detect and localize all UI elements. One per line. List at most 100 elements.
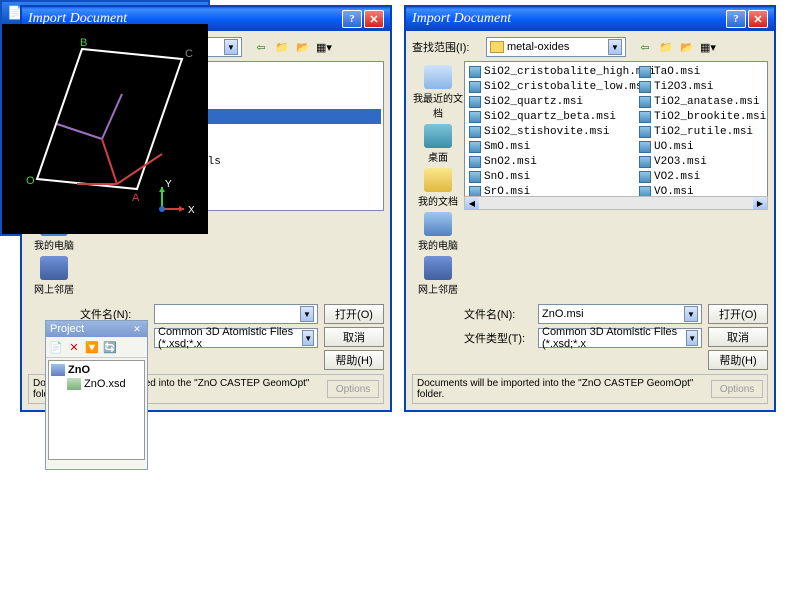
import-dialog-2: Import Document ? ✕ 查找范围(I): metal-oxide… xyxy=(404,5,776,412)
msi-file-icon xyxy=(469,111,481,123)
msi-file-icon xyxy=(639,81,651,93)
open-button[interactable]: 打开(O) xyxy=(708,304,768,324)
msi-file-icon xyxy=(639,66,651,78)
label-b: B xyxy=(80,37,87,49)
status-text: Documents will be imported into the "ZnO… xyxy=(417,378,711,400)
file-item[interactable]: SmO.msi xyxy=(467,139,637,154)
back-icon[interactable]: ⇦ xyxy=(252,38,270,56)
tree-root[interactable]: ZnO xyxy=(51,363,142,377)
chevron-down-icon[interactable]: ▼ xyxy=(224,39,238,55)
file-list[interactable]: SiO2_cristobalite_high.msiSiO2_cristobal… xyxy=(464,61,768,197)
file-item[interactable]: SiO2_quartz.msi xyxy=(467,94,637,109)
file-item[interactable]: TaO.msi xyxy=(637,64,768,79)
msi-file-icon xyxy=(469,66,481,78)
file-item[interactable]: UO.msi xyxy=(637,139,768,154)
viewer-window: 📄 ZnO.xsd * _ □ ✕ X Y B A xyxy=(0,0,210,236)
file-item[interactable]: SiO2_quartz_beta.msi xyxy=(467,109,637,124)
folder-icon xyxy=(490,41,504,53)
chevron-down-icon[interactable]: ▼ xyxy=(684,306,698,322)
close-icon[interactable]: ✕ xyxy=(364,10,384,28)
msi-file-icon xyxy=(469,171,481,183)
project-tree[interactable]: ZnO ZnO.xsd xyxy=(48,360,145,460)
filter-icon[interactable]: 🔽 xyxy=(84,339,100,355)
chevron-down-icon[interactable]: ▼ xyxy=(686,330,698,346)
filetype-combo[interactable]: Common 3D Atomistic Files (*.xsd;*.x▼ xyxy=(154,328,318,348)
axis-y-label: Y xyxy=(165,179,172,190)
file-item[interactable]: TiO2_rutile.msi xyxy=(637,124,768,139)
lookin-label: 查找范围(I): xyxy=(412,39,482,55)
options-button[interactable]: Options xyxy=(327,380,379,398)
msi-file-icon xyxy=(469,126,481,138)
lookin-value: metal-oxides xyxy=(507,41,569,53)
cancel-button[interactable]: 取消 xyxy=(708,327,768,347)
panel-title: Project xyxy=(50,323,84,335)
close-icon[interactable]: ✕ xyxy=(748,10,768,28)
options-button[interactable]: Options xyxy=(711,380,763,398)
file-item[interactable]: VO.msi xyxy=(637,184,768,197)
views-icon[interactable]: ▦▾ xyxy=(315,38,333,56)
sidebar-recent[interactable]: 我最近的文档 xyxy=(412,65,464,120)
file-item[interactable]: SnO2.msi xyxy=(467,154,637,169)
msi-file-icon xyxy=(639,171,651,183)
file-item[interactable]: SrO.msi xyxy=(467,184,637,197)
help-button[interactable]: 帮助(H) xyxy=(324,350,384,370)
close-icon[interactable]: ✕ xyxy=(131,323,143,335)
panel-titlebar[interactable]: Project ✕ xyxy=(46,321,147,337)
project-icon xyxy=(51,364,65,376)
msi-file-icon xyxy=(639,126,651,138)
sidebar-mycomp[interactable]: 我的电脑 xyxy=(418,212,458,252)
file-item[interactable]: SiO2_cristobalite_high.msi xyxy=(467,64,637,79)
project-toolbar: 📄 ✕ 🔽 🔄 xyxy=(46,337,147,358)
scrollbar-horizontal[interactable]: ◀▶ xyxy=(464,196,768,210)
chevron-down-icon[interactable]: ▼ xyxy=(300,306,314,322)
newfolder-icon[interactable]: 📂 xyxy=(294,38,312,56)
lookin-combo[interactable]: metal-oxides ▼ xyxy=(486,37,626,57)
project-panel: Project ✕ 📄 ✕ 🔽 🔄 ZnO ZnO.xsd xyxy=(45,320,148,470)
sidebar-desktop[interactable]: 桌面 xyxy=(424,124,452,164)
back-icon[interactable]: ⇦ xyxy=(636,38,654,56)
dialog-title: Import Document xyxy=(412,11,511,27)
file-item[interactable]: SiO2_cristobalite_low.msi xyxy=(467,79,637,94)
msi-file-icon xyxy=(469,141,481,153)
help-button[interactable]: 帮助(H) xyxy=(708,350,768,370)
up-icon[interactable]: 📁 xyxy=(657,38,675,56)
msi-file-icon xyxy=(639,141,651,153)
tree-item[interactable]: ZnO.xsd xyxy=(51,377,142,391)
msi-file-icon xyxy=(639,96,651,108)
filetype-combo[interactable]: Common 3D Atomistic Files (*.xsd;*.x▼ xyxy=(538,328,702,348)
viewer-canvas[interactable]: X Y B A O C xyxy=(2,24,208,234)
axis-x-label: X xyxy=(188,205,195,216)
label-a: A xyxy=(132,192,140,204)
sidebar-mydocs[interactable]: 我的文档 xyxy=(418,168,458,208)
chevron-down-icon[interactable]: ▼ xyxy=(608,39,622,55)
help-icon[interactable]: ? xyxy=(726,10,746,28)
open-button[interactable]: 打开(O) xyxy=(324,304,384,324)
cancel-button[interactable]: 取消 xyxy=(324,327,384,347)
file-item[interactable]: TiO2_brookite.msi xyxy=(637,109,768,124)
file-item[interactable]: VO2.msi xyxy=(637,169,768,184)
up-icon[interactable]: 📁 xyxy=(273,38,291,56)
msi-file-icon xyxy=(469,186,481,198)
scroll-left-icon: ◀ xyxy=(465,197,479,209)
delete-icon[interactable]: ✕ xyxy=(66,339,82,355)
filename-input[interactable]: ▼ xyxy=(154,304,318,324)
file-item[interactable]: Ti2O3.msi xyxy=(637,79,768,94)
sidebar-network[interactable]: 网上邻居 xyxy=(34,256,74,296)
file-item[interactable]: SnO.msi xyxy=(467,169,637,184)
views-icon[interactable]: ▦▾ xyxy=(699,38,717,56)
msi-file-icon xyxy=(639,111,651,123)
sidebar-network[interactable]: 网上邻居 xyxy=(418,256,458,296)
chevron-down-icon[interactable]: ▼ xyxy=(302,330,314,346)
help-icon[interactable]: ? xyxy=(342,10,362,28)
msi-file-icon xyxy=(639,156,651,168)
new-icon[interactable]: 📄 xyxy=(48,339,64,355)
places-sidebar: 我最近的文档 桌面 我的文档 我的电脑 网上邻居 xyxy=(412,61,464,300)
newfolder-icon[interactable]: 📂 xyxy=(678,38,696,56)
titlebar[interactable]: Import Document ? ✕ xyxy=(406,7,774,31)
file-item[interactable]: SiO2_stishovite.msi xyxy=(467,124,637,139)
scroll-right-icon: ▶ xyxy=(753,197,767,209)
file-item[interactable]: TiO2_anatase.msi xyxy=(637,94,768,109)
refresh-icon[interactable]: 🔄 xyxy=(102,339,118,355)
filename-input[interactable]: ZnO.msi▼ xyxy=(538,304,702,324)
file-item[interactable]: V2O3.msi xyxy=(637,154,768,169)
